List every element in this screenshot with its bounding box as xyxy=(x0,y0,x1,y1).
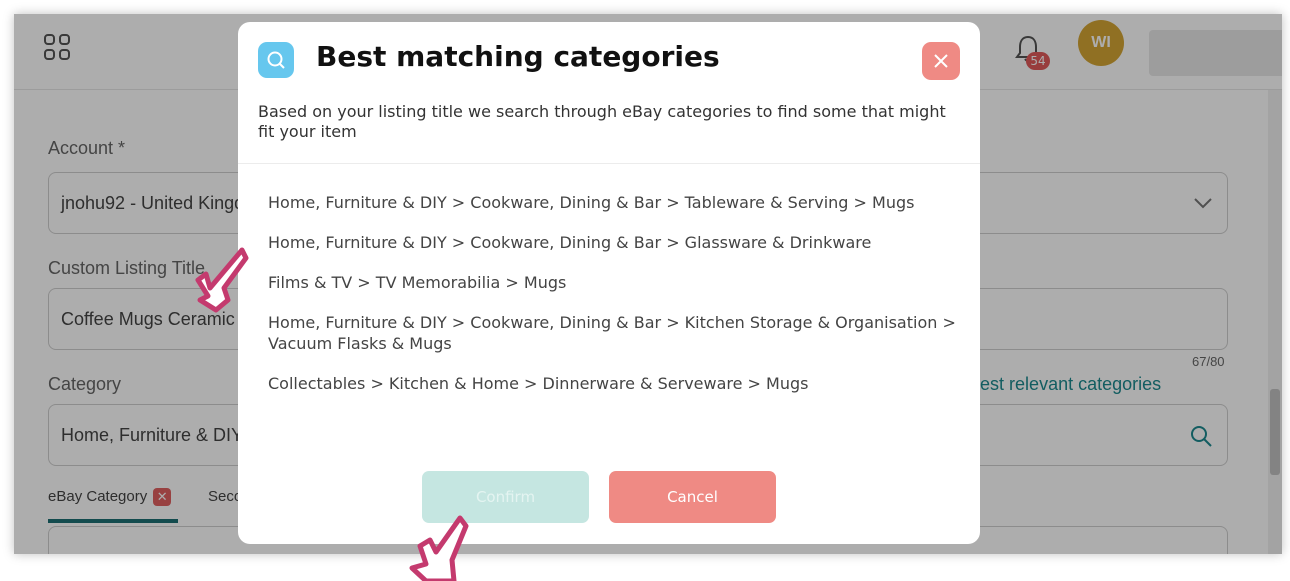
modal-description: Based on your listing title we search th… xyxy=(258,102,946,141)
pointer-hand-icon xyxy=(195,247,249,313)
category-option[interactable]: Home, Furniture & DIY > Cookware, Dining… xyxy=(268,192,958,213)
category-option[interactable]: Home, Furniture & DIY > Cookware, Dining… xyxy=(268,232,958,253)
search-icon xyxy=(258,42,294,78)
modal-title: Best matching categories xyxy=(316,40,720,73)
close-button[interactable] xyxy=(922,42,960,80)
category-option[interactable]: Home, Furniture & DIY > Cookware, Dining… xyxy=(268,312,958,354)
divider xyxy=(238,163,980,164)
best-matching-categories-modal: Best matching categories Based on your l… xyxy=(238,22,980,544)
cancel-button[interactable]: Cancel xyxy=(609,471,776,523)
category-option[interactable]: Films & TV > TV Memorabilia > Mugs xyxy=(268,272,958,293)
close-icon xyxy=(934,54,948,68)
category-option[interactable]: Collectables > Kitchen & Home > Dinnerwa… xyxy=(268,373,958,394)
pointer-hand-icon xyxy=(409,515,469,581)
category-suggestion-list: Home, Furniture & DIY > Cookware, Dining… xyxy=(268,192,958,413)
